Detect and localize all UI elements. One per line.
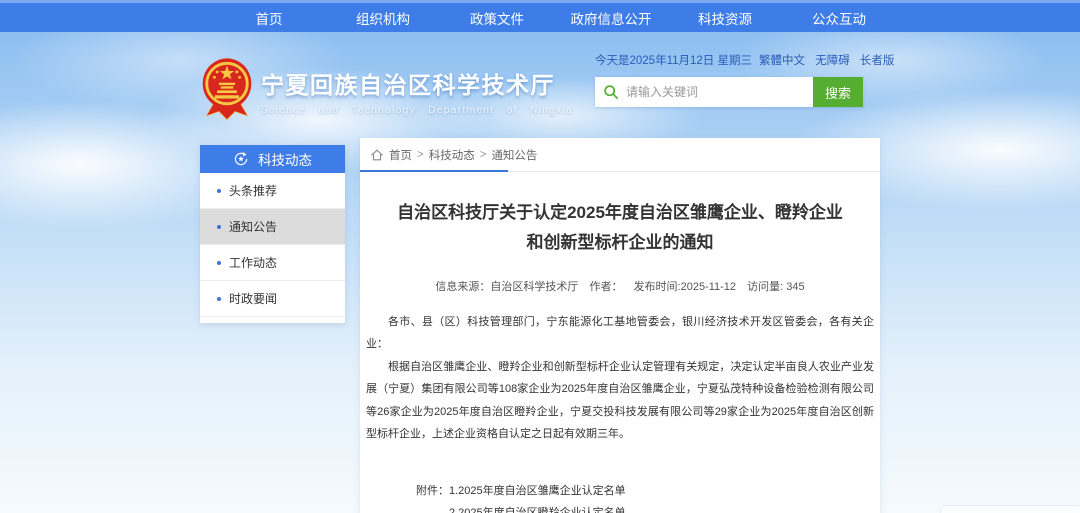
star-refresh-icon [233, 151, 249, 167]
meta-author: 作者： [589, 281, 622, 293]
link-accessibility[interactable]: 无障碍 [815, 55, 850, 67]
attachments-list: 1.2025年度自治区雏鹰企业认定名单 2.2025年度自治区瞪羚企业认定名单 … [449, 480, 659, 513]
search-bar: 搜索 [595, 77, 863, 107]
bottom-right-panel-edge [940, 505, 1080, 513]
breadcrumb-notices[interactable]: 通知公告 [491, 147, 537, 163]
bullet-dot-icon [217, 261, 221, 265]
sidebar-item-label: 工作动态 [229, 254, 277, 271]
site-title: 宁夏回族自治区科学技术厅 [261, 66, 573, 100]
article-paragraph: 各市、县（区）科技管理部门，宁东能源化工基地管委会，银川经济技术开发区管委会，各… [366, 311, 874, 356]
breadcrumb-tech-news[interactable]: 科技动态 [429, 147, 475, 163]
meta-publish-time: 发布时间:2025-11-12 [634, 281, 737, 293]
sidebar-item-label: 通知公告 [229, 218, 277, 235]
search-input[interactable] [626, 85, 805, 99]
sidebar-item-current-politics[interactable]: 时政要闻 [200, 281, 345, 317]
article-title: 自治区科技厅关于认定2025年度自治区雏鹰企业、瞪羚企业和创新型标杆企业的通知 [394, 198, 846, 258]
article-paragraph: 根据自治区雏鹰企业、瞪羚企业和创新型标杆企业认定管理有关规定，决定认定半亩良人农… [366, 356, 874, 446]
today-date-text: 今天是2025年11月12日 星期三 [595, 52, 752, 68]
breadcrumb-home[interactable]: 首页 [389, 147, 412, 163]
attachment-link-eagle-list[interactable]: 1.2025年度自治区雏鹰企业认定名单 [449, 480, 659, 502]
breadcrumb-separator: > [480, 149, 487, 161]
meta-visits: 访问量: 345 [747, 281, 804, 293]
sidebar-menu: 头条推荐 通知公告 工作动态 时政要闻 [200, 173, 345, 317]
meta-source: 信息来源：自治区科学技术厅 [435, 281, 578, 293]
page: 首页 组织机构 政策文件 政府信息公开 科技资源 公众互动 宁夏回族自治区科学技… [0, 0, 1080, 513]
header-meta-row: 今天是2025年11月12日 星期三 繁體中文 无障碍 长者版 [595, 52, 863, 68]
search-button[interactable]: 搜索 [813, 77, 863, 107]
article-panel: 首页 > 科技动态 > 通知公告 自治区科技厅关于认定2025年度自治区雏鹰企业… [360, 138, 880, 513]
nav-item-home[interactable]: 首页 [212, 8, 326, 28]
sidebar-tech-news: 科技动态 头条推荐 通知公告 工作动态 时政要闻 [200, 145, 345, 323]
link-traditional-chinese[interactable]: 繁體中文 [759, 55, 805, 67]
sidebar-item-work-dynamics[interactable]: 工作动态 [200, 245, 345, 281]
home-icon [370, 148, 384, 162]
site-subtitle: Science and Technology Department of Nin… [261, 105, 573, 116]
sidebar-item-label: 头条推荐 [229, 182, 277, 199]
nav-item-public-interaction[interactable]: 公众互动 [782, 8, 896, 28]
sidebar-title: 科技动态 [258, 149, 312, 169]
national-emblem-logo [200, 56, 254, 122]
nav-item-policy-documents[interactable]: 政策文件 [440, 8, 554, 28]
site-brand: 宁夏回族自治区科学技术厅 Science and Technology Depa… [200, 56, 573, 122]
sidebar-item-headline-recommend[interactable]: 头条推荐 [200, 173, 345, 209]
link-elder-version[interactable]: 长者版 [860, 55, 895, 67]
sidebar-item-label: 时政要闻 [229, 290, 277, 307]
attachment-link-gazelle-list[interactable]: 2.2025年度自治区瞪羚企业认定名单 [449, 502, 659, 513]
nav-item-gov-info-disclosure[interactable]: 政府信息公开 [554, 8, 668, 28]
bullet-dot-icon [217, 225, 221, 229]
bullet-dot-icon [217, 297, 221, 301]
bullet-dot-icon [217, 189, 221, 193]
sidebar-item-notices[interactable]: 通知公告 [200, 209, 345, 245]
attachments-label: 附件： [416, 480, 449, 513]
search-icon [603, 84, 619, 100]
attachments-block: 附件： 1.2025年度自治区雏鹰企业认定名单 2.2025年度自治区瞪羚企业认… [416, 480, 880, 513]
quick-links: 繁體中文 无障碍 长者版 [752, 52, 894, 68]
breadcrumb: 首页 > 科技动态 > 通知公告 [360, 138, 880, 172]
header-right: 今天是2025年11月12日 星期三 繁體中文 无障碍 长者版 搜索 [595, 52, 863, 107]
breadcrumb-separator: > [417, 149, 424, 161]
article-body: 各市、县（区）科技管理部门，宁东能源化工基地管委会，银川经济技术开发区管委会，各… [366, 311, 874, 446]
brand-text: 宁夏回族自治区科学技术厅 Science and Technology Depa… [261, 56, 573, 116]
breadcrumb-underline [360, 170, 508, 172]
search-input-wrap [595, 77, 813, 107]
article-meta: 信息来源：自治区科学技术厅 作者： 发布时间:2025-11-12 访问量: 3… [360, 278, 880, 294]
main-nav: 首页 组织机构 政策文件 政府信息公开 科技资源 公众互动 [0, 3, 1080, 32]
nav-item-organization[interactable]: 组织机构 [326, 8, 440, 28]
sidebar-header: 科技动态 [200, 145, 345, 173]
nav-item-tech-resources[interactable]: 科技资源 [668, 8, 782, 28]
